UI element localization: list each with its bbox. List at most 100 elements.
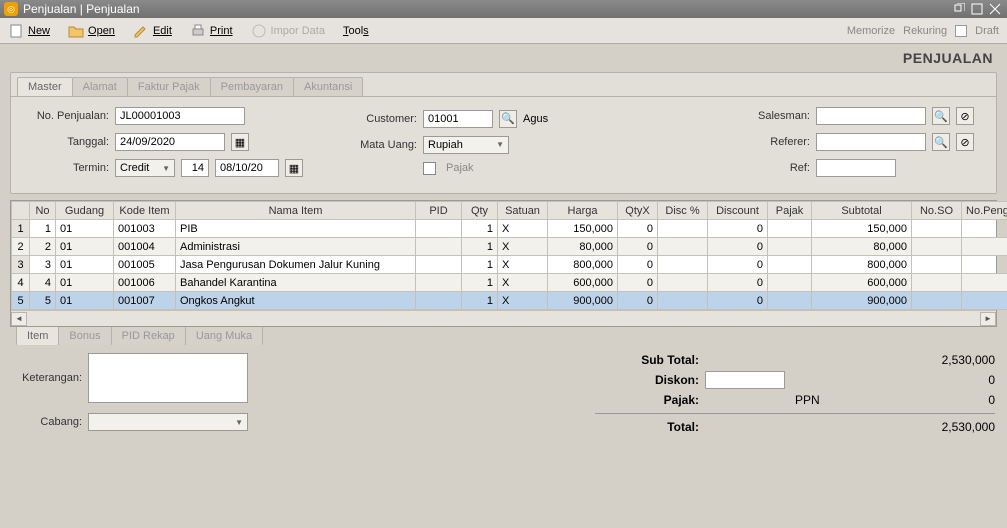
cell[interactable]: X <box>498 292 548 310</box>
cell[interactable]: Jasa Pengurusan Dokumen Jalur Kuning <box>176 256 416 274</box>
maximize-icon[interactable] <box>969 2 985 16</box>
restore-out-icon[interactable] <box>951 2 967 16</box>
cell[interactable] <box>658 292 708 310</box>
cell[interactable]: Ongkos Angkut <box>176 292 416 310</box>
salesman-lookup-icon[interactable]: 🔍 <box>932 107 950 125</box>
col-gudang[interactable]: Gudang <box>56 202 114 220</box>
cell[interactable]: 80,000 <box>548 238 618 256</box>
table-row[interactable]: 2201001004Administrasi1X80,0000080,000 <box>12 238 1007 256</box>
cell[interactable]: 1 <box>462 292 498 310</box>
salesman-clear-icon[interactable]: ⊘ <box>956 107 974 125</box>
termin-days-input[interactable] <box>181 159 209 177</box>
cell[interactable]: 01 <box>56 274 114 292</box>
cell[interactable]: 01 <box>56 292 114 310</box>
col-no[interactable]: No <box>30 202 56 220</box>
table-row[interactable]: 5501001007Ongkos Angkut1X900,00000900,00… <box>12 292 1007 310</box>
table-row[interactable]: 4401001006Bahandel Karantina1X600,000006… <box>12 274 1007 292</box>
cell[interactable]: 800,000 <box>548 256 618 274</box>
pajak-checkbox[interactable] <box>423 162 436 175</box>
tanggal-calendar-icon[interactable]: ▦ <box>231 133 249 151</box>
cell[interactable]: 01 <box>56 220 114 238</box>
cell[interactable]: 0 <box>618 220 658 238</box>
col-noso[interactable]: No.SO <box>912 202 962 220</box>
cell[interactable]: 900,000 <box>812 292 912 310</box>
cell[interactable]: 600,000 <box>548 274 618 292</box>
cell[interactable]: 001003 <box>114 220 176 238</box>
cell[interactable]: 80,000 <box>812 238 912 256</box>
cell[interactable]: X <box>498 220 548 238</box>
customer-lookup-icon[interactable]: 🔍 <box>499 110 517 128</box>
cell[interactable]: 0 <box>708 238 768 256</box>
col-discount[interactable]: Discount <box>708 202 768 220</box>
tab-bonus[interactable]: Bonus <box>58 327 111 345</box>
cell[interactable]: 0 <box>618 292 658 310</box>
col-qty[interactable]: Qty <box>462 202 498 220</box>
cell[interactable] <box>912 238 962 256</box>
cell[interactable]: 01 <box>56 256 114 274</box>
col-pid[interactable]: PID <box>416 202 462 220</box>
cell[interactable] <box>912 220 962 238</box>
cell[interactable]: Bahandel Karantina <box>176 274 416 292</box>
cabang-select[interactable]: ▼ <box>88 413 248 431</box>
cell[interactable]: 0 <box>708 220 768 238</box>
cell[interactable]: 1 <box>462 256 498 274</box>
tab-faktur[interactable]: Faktur Pajak <box>127 77 211 96</box>
no-penjualan-input[interactable] <box>115 107 245 125</box>
cell[interactable] <box>416 274 462 292</box>
cell[interactable]: 1 <box>30 220 56 238</box>
cell[interactable]: 0 <box>708 256 768 274</box>
cell[interactable]: 150,000 <box>812 220 912 238</box>
cell[interactable]: 001005 <box>114 256 176 274</box>
salesman-input[interactable] <box>816 107 926 125</box>
cell[interactable]: 0 <box>708 274 768 292</box>
cell[interactable] <box>768 274 812 292</box>
col-harga[interactable]: Harga <box>548 202 618 220</box>
cell[interactable] <box>962 220 1007 238</box>
tab-akuntansi[interactable]: Akuntansi <box>293 77 363 96</box>
cell[interactable]: 01 <box>56 238 114 256</box>
cell[interactable]: 001006 <box>114 274 176 292</box>
cell[interactable] <box>768 292 812 310</box>
cell[interactable]: 001004 <box>114 238 176 256</box>
cell[interactable]: 3 <box>30 256 56 274</box>
customer-code-input[interactable] <box>423 110 493 128</box>
table-row[interactable]: 1101001003PIB1X150,00000150,000 <box>12 220 1007 238</box>
tab-alamat[interactable]: Alamat <box>72 77 128 96</box>
print-button[interactable]: Print <box>190 23 233 39</box>
rekuring-button[interactable]: Rekuring <box>903 25 947 37</box>
cell[interactable]: X <box>498 274 548 292</box>
tanggal-input[interactable] <box>115 133 225 151</box>
cell[interactable] <box>658 256 708 274</box>
cell[interactable] <box>962 274 1007 292</box>
open-button[interactable]: Open <box>68 23 115 39</box>
tools-button[interactable]: Tools <box>343 25 369 37</box>
cell[interactable]: 0 <box>618 274 658 292</box>
scroll-left-icon[interactable]: ◄ <box>11 312 27 326</box>
cell[interactable] <box>416 220 462 238</box>
cell[interactable]: 1 <box>462 274 498 292</box>
keterangan-input[interactable] <box>88 353 248 403</box>
cell[interactable] <box>962 292 1007 310</box>
termin-calendar-icon[interactable]: ▦ <box>285 159 303 177</box>
memorize-button[interactable]: Memorize <box>847 25 895 37</box>
col-nopengir[interactable]: No.Pengir <box>962 202 1007 220</box>
tab-uang-muka[interactable]: Uang Muka <box>185 327 263 345</box>
col-kode[interactable]: Kode Item <box>114 202 176 220</box>
cell[interactable] <box>416 238 462 256</box>
cell[interactable] <box>768 220 812 238</box>
h-scrollbar[interactable]: ◄ ► <box>11 310 996 326</box>
cell[interactable]: 0 <box>618 238 658 256</box>
table-row[interactable]: 3301001005Jasa Pengurusan Dokumen Jalur … <box>12 256 1007 274</box>
cell[interactable]: 4 <box>30 274 56 292</box>
cell[interactable] <box>658 220 708 238</box>
ref-input[interactable] <box>816 159 896 177</box>
cell[interactable] <box>962 256 1007 274</box>
cell[interactable] <box>658 274 708 292</box>
referer-clear-icon[interactable]: ⊘ <box>956 133 974 151</box>
cell[interactable]: 800,000 <box>812 256 912 274</box>
cell[interactable]: 5 <box>30 292 56 310</box>
cell[interactable] <box>912 256 962 274</box>
cell[interactable]: PIB <box>176 220 416 238</box>
new-button[interactable]: New <box>8 23 50 39</box>
cell[interactable]: 1 <box>462 220 498 238</box>
